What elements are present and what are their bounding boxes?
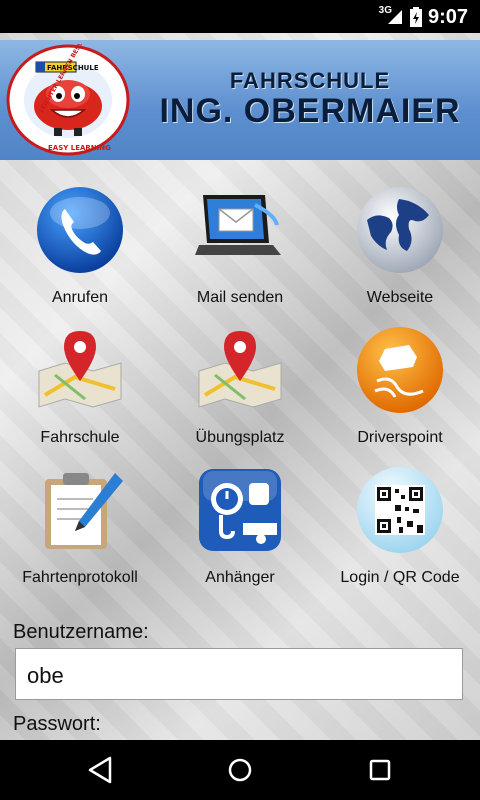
tile-label: Fahrschule: [40, 429, 120, 446]
svg-text:EASY LEARNING: EASY LEARNING: [48, 144, 111, 152]
driving-school-location-button[interactable]: Fahrschule: [0, 318, 160, 458]
tile-label: Webseite: [366, 289, 434, 306]
trailer-weight-icon: [199, 469, 281, 551]
clipboard-pen-icon: [45, 473, 123, 549]
tile-label: Anhänger: [205, 569, 275, 586]
svg-text:FAHRSCHULE: FAHRSCHULE: [47, 64, 99, 72]
driverspoint-button[interactable]: Driverspoint: [320, 318, 480, 458]
main-content: FAHRSCHULE LEICHTER LERNEN BESSER FAHREN…: [0, 33, 480, 740]
clock: 9:07: [427, 6, 468, 28]
back-icon[interactable]: [80, 754, 120, 786]
map-pin-icon: [38, 331, 122, 408]
navigation-bar: [0, 740, 480, 800]
recents-icon[interactable]: [360, 754, 400, 786]
tile-label: Mail senden: [196, 289, 284, 306]
map-pin-icon: [198, 331, 282, 408]
password-label: Passwort:: [13, 713, 101, 735]
signal-icon: [388, 10, 402, 24]
tile-label: Anrufen: [51, 289, 109, 306]
home-icon[interactable]: [220, 754, 260, 786]
trip-log-button[interactable]: Fahrtenprotokoll: [0, 458, 160, 598]
tile-label: Übungsplatz: [195, 429, 285, 446]
practice-area-button[interactable]: Übungsplatz: [160, 318, 320, 458]
tile-label: Fahrtenprotokoll: [22, 569, 138, 586]
send-mail-button[interactable]: Mail senden: [160, 178, 320, 318]
username-field[interactable]: obe: [15, 648, 463, 700]
username-label: Benutzername:: [13, 621, 149, 643]
battery-icon: [410, 7, 422, 27]
globe-icon: [357, 187, 443, 273]
login-qr-button[interactable]: Login / QR Code: [320, 458, 480, 598]
school-name-line2: ING. OBERMAIER: [159, 92, 461, 130]
mail-laptop-icon: [195, 195, 281, 255]
status-bar: 3G 9:07: [0, 0, 480, 33]
driving-school-logo: FAHRSCHULE LEICHTER LERNEN BESSER FAHREN…: [6, 44, 130, 156]
app-header: FAHRSCHULE LEICHTER LERNEN BESSER FAHREN…: [0, 40, 480, 160]
phone-icon: [37, 187, 123, 273]
trailer-button[interactable]: Anhänger: [160, 458, 320, 598]
call-button[interactable]: Anrufen: [0, 178, 160, 318]
tile-label: Login / QR Code: [340, 569, 460, 586]
qr-code-icon: [357, 467, 443, 553]
skidding-car-icon: [357, 327, 443, 413]
website-button[interactable]: Webseite: [320, 178, 480, 318]
tile-label: Driverspoint: [357, 429, 443, 446]
school-name-line1: FAHRSCHULE: [229, 68, 391, 93]
